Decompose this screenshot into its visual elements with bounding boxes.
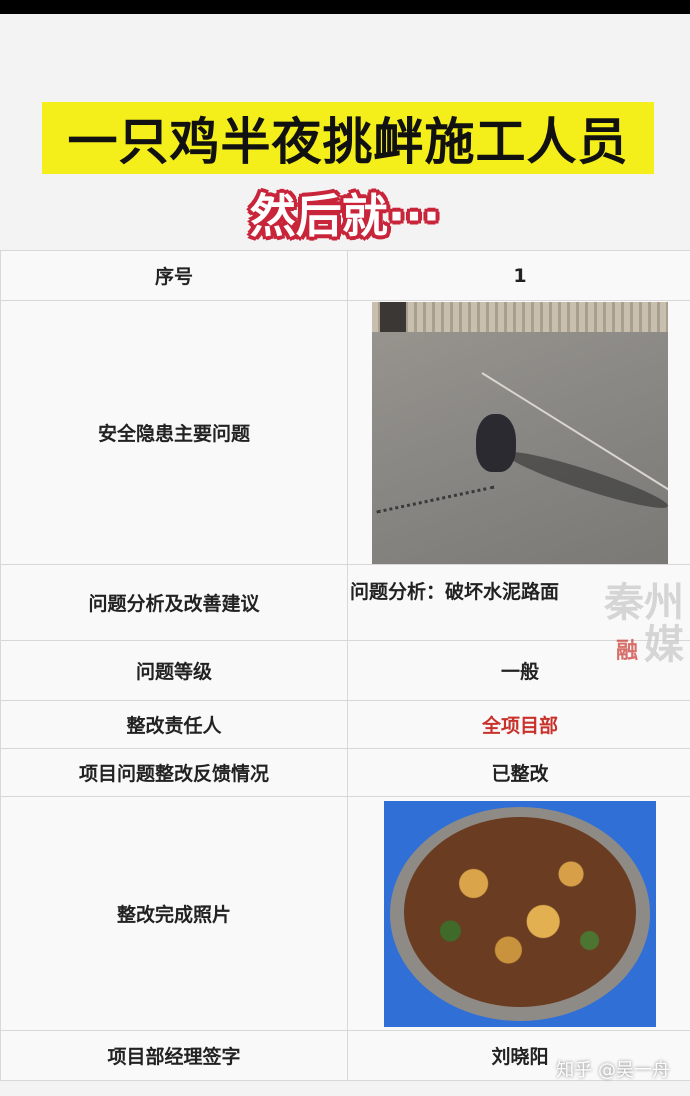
title-banner: 一只鸡半夜挑衅施工人员 — [42, 102, 654, 174]
page-subtitle: 然后就··· — [249, 189, 441, 243]
table-row: 项目问题整改反馈情况 已整改 — [0, 748, 690, 797]
row-label: 项目部经理签字 — [0, 1030, 348, 1081]
page-title: 一只鸡半夜挑衅施工人员 — [67, 113, 629, 171]
footprints — [376, 485, 496, 519]
row-label: 问题等级 — [0, 640, 348, 701]
row-label: 安全隐患主要问题 — [0, 300, 348, 565]
stewed-chicken-dish — [404, 816, 636, 1007]
completion-photo — [384, 800, 656, 1027]
table-row: 整改完成照片 — [0, 796, 690, 1031]
rectification-form-table: 序号 1 安全隐患主要问题 问题分析及改善建议 问题分析：破坏水泥路面 问题等级 — [0, 250, 690, 1081]
row-label: 序号 — [0, 250, 348, 301]
row-label: 整改完成照片 — [0, 796, 348, 1031]
document-page: 一只鸡半夜挑衅施工人员 然后就··· 序号 1 安全隐患主要问题 问题分析及改善… — [0, 14, 690, 1096]
row-value-photo — [347, 796, 690, 1031]
media-watermark: 秦州 融媒 — [604, 580, 684, 668]
corner-watermark: 知乎 @吴一舟 — [556, 1060, 670, 1081]
row-value-photo — [347, 300, 690, 565]
hazard-photo — [372, 301, 668, 564]
row-value: 1 — [347, 250, 690, 301]
row-value: 全项目部 — [347, 700, 690, 749]
table-row: 整改责任人 全项目部 — [0, 700, 690, 749]
row-value: 已整改 — [347, 748, 690, 797]
row-label: 整改责任人 — [0, 700, 348, 749]
row-label: 问题分析及改善建议 — [0, 564, 348, 641]
table-row: 安全隐患主要问题 — [0, 300, 690, 565]
watermark-logo: 融 — [615, 639, 638, 664]
row-label: 项目问题整改反馈情况 — [0, 748, 348, 797]
table-row: 序号 1 — [0, 250, 690, 301]
table-row: 问题分析及改善建议 问题分析：破坏水泥路面 — [0, 564, 690, 641]
table-row: 问题等级 一般 — [0, 640, 690, 701]
chicken-figure — [476, 413, 516, 472]
